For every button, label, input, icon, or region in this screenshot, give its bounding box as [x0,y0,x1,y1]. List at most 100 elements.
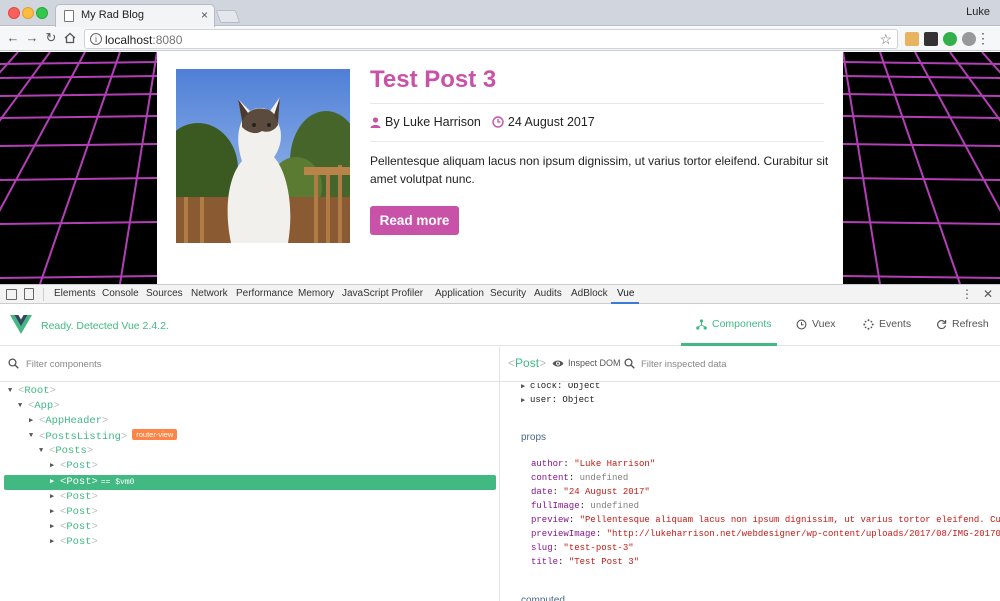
devtools-tab-bar: Elements Console Sources Network Perform… [0,285,1000,304]
tab-close-icon[interactable]: × [201,8,208,22]
post-preview-image[interactable] [176,69,350,243]
tab-sources[interactable]: Sources [146,288,183,299]
tree-node-post-selected[interactable]: ▶ <Post> == $vm0 [4,475,496,490]
star-icon[interactable]: ☆ [879,31,892,48]
devtools-panel: Elements Console Sources Network Perform… [0,284,1000,601]
minimize-window-button[interactable] [22,7,34,19]
state-row[interactable]: ▶ clock: Object [521,383,600,393]
prop-row[interactable]: fullImage: undefined [531,500,639,512]
refresh-button[interactable]: Refresh [936,318,989,330]
maximize-window-button[interactable] [36,7,48,19]
tab-network[interactable]: Network [191,288,228,299]
components-icon [696,318,707,330]
refresh-icon [937,319,947,329]
prop-row[interactable]: title: "Test Post 3" [531,556,639,568]
tab-audits[interactable]: Audits [534,288,562,299]
tree-node-posts[interactable]: ▼ <Posts> [39,444,489,459]
tab-strip: My Rad Blog × Luke [0,0,1000,27]
prop-row[interactable]: author: "Luke Harrison" [531,458,655,470]
more-options-icon[interactable]: ⋮ [961,287,973,301]
tab-application[interactable]: Application [435,288,484,299]
tab-console[interactable]: Console [102,288,139,299]
tree-node-root[interactable]: ▼ <Root> [8,384,488,399]
prop-row[interactable]: preview: "Pellentesque aliquam lacus non… [531,514,1000,526]
components-tab[interactable]: Components [696,318,772,330]
retro-grid-background [843,52,1000,284]
page-viewport: Test Post 3 By Luke Harrison 24 August 2… [0,52,1000,284]
tab-memory[interactable]: Memory [298,288,334,299]
profile-name[interactable]: Luke [966,6,990,18]
vm-reference: == $vm0 [100,478,135,487]
post-title[interactable]: Test Post 3 [370,66,496,94]
tree-node-post[interactable]: ▶ <Post> [50,520,490,535]
search-icon [624,358,635,369]
url-text[interactable]: localhost:8080 [105,33,182,47]
prop-row[interactable]: slug: "test-post-3" [531,542,634,554]
device-toolbar-icon[interactable] [24,288,34,300]
browser-tab[interactable]: My Rad Blog × [55,4,215,27]
browser-window: My Rad Blog × Luke ← → ↻ i localhost:808… [0,0,1000,601]
read-more-button[interactable]: Read more [370,206,459,235]
inspector-state: ▶ clock: Object ▶ user: Object props autho… [500,383,1000,601]
arrow-left-icon[interactable]: ← [6,30,20,45]
filter-inspected-data-input[interactable] [641,356,841,372]
vue-logo-icon [10,315,32,334]
post-author: By Luke Harrison [385,115,481,129]
events-tab[interactable]: Events [863,318,911,330]
tab-adblock[interactable]: AdBlock [571,288,608,299]
vuex-tab[interactable]: Vuex [796,318,836,330]
component-tree-pane: ▼<Root> ▼<App> ▶<AppHeader> ▼<PostsListi… [0,347,500,601]
tree-node-postslisting[interactable]: ▼ <PostsListing> router-view [29,429,489,444]
inspect-dom-button[interactable]: Inspect DOM [552,358,621,368]
tab-elements[interactable]: Elements [54,288,96,299]
inspect-element-icon[interactable] [6,289,17,300]
history-icon [796,319,807,329]
prop-row[interactable]: content: undefined [531,472,628,484]
close-window-button[interactable] [8,7,20,19]
divider [370,141,824,142]
post-date: 24 August 2017 [507,115,595,129]
user-icon [370,116,381,128]
browser-toolbar: ← → ↻ i localhost:8080 ☆ ⋮ [0,27,1000,51]
state-row[interactable]: ▶ user: Object [521,394,595,407]
extension-icon[interactable] [924,32,938,46]
reload-icon[interactable]: ↻ [44,30,58,46]
new-tab-button[interactable] [215,10,241,23]
events-icon [863,318,874,330]
extension-icon[interactable] [905,32,919,46]
component-filter-bar [0,347,499,382]
post-card: Test Post 3 By Luke Harrison 24 August 2… [157,52,843,284]
tab-javascript-profiler[interactable]: JavaScript Profiler [342,288,423,299]
prop-row[interactable]: date: "24 August 2017" [531,486,650,498]
extension-icon[interactable] [962,32,976,46]
address-bar[interactable]: i localhost:8080 ☆ [84,29,898,49]
filter-components-input[interactable] [26,356,326,372]
info-icon[interactable]: i [90,33,102,45]
tree-node-appheader[interactable]: ▶ <AppHeader> [29,414,489,429]
vue-status-text: Ready. Detected Vue 2.4.2. [41,320,169,332]
home-icon[interactable] [63,30,77,47]
extension-icon[interactable] [943,32,957,46]
tree-node-post[interactable]: ▶ <Post> [50,535,490,550]
eye-icon [552,360,564,366]
tree-node-post[interactable]: ▶ <Post> [50,459,490,474]
close-devtools-icon[interactable]: ✕ [983,287,993,301]
separator [43,288,44,301]
divider [370,103,824,104]
post-meta: By Luke Harrison 24 August 2017 [370,115,595,129]
tab-vue[interactable]: Vue [617,288,634,299]
clock-icon [492,116,504,128]
active-view-indicator [681,343,777,346]
tab-security[interactable]: Security [490,288,526,299]
tree-node-post[interactable]: ▶ <Post> [50,505,490,520]
prop-row[interactable]: previewImage: "http://lukeharrison.net/w… [531,528,1000,540]
tree-node-app[interactable]: ▼ <App> [18,399,488,414]
props-section-title[interactable]: props [521,432,546,443]
computed-section-title[interactable]: computed [521,595,565,601]
tree-node-post[interactable]: ▶ <Post> [50,490,490,505]
arrow-right-icon[interactable]: → [25,30,39,45]
tab-performance[interactable]: Performance [236,288,293,299]
inspected-component-name: <Post> [508,356,547,370]
active-tab-indicator [611,302,639,304]
browser-menu-icon[interactable]: ⋮ [976,30,990,47]
